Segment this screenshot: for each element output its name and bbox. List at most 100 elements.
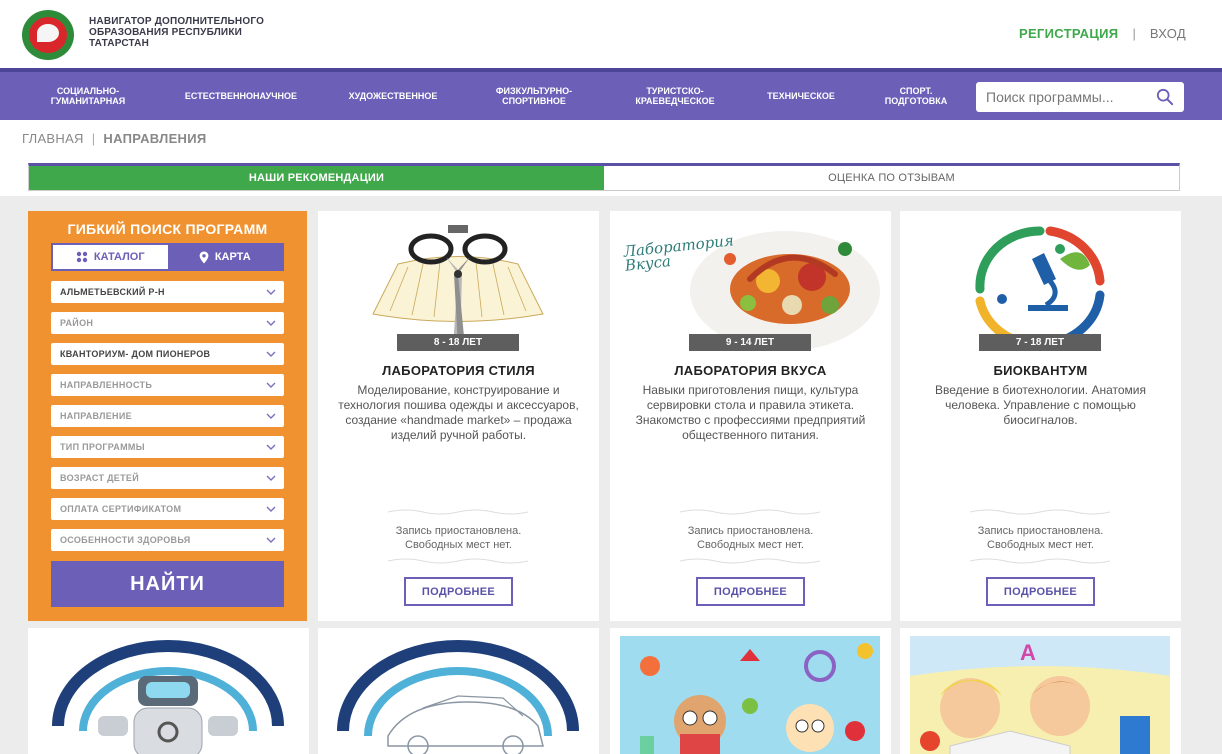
wave-divider — [388, 509, 528, 515]
site-name-line-3: ТАТАРСТАН — [89, 38, 150, 49]
chevron-down-icon — [266, 289, 276, 295]
select-certificate-payment[interactable]: ОПЛАТА СЕРТИФИКАТОМ — [51, 498, 284, 520]
tab-reviews[interactable]: ОЦЕНКА ПО ОТЗЫВАМ — [604, 166, 1179, 190]
select-child-age[interactable]: ВОЗРАСТ ДЕТЕЙ — [51, 467, 284, 489]
kids-reading-illustration: A — [910, 636, 1170, 754]
program-card[interactable] — [610, 628, 891, 754]
chevron-down-icon — [266, 444, 276, 450]
enrollment-status: Запись приостановлена. Свободных мест не… — [395, 525, 522, 551]
wave-divider — [680, 558, 820, 564]
program-card[interactable]: 8 - 18 ЛЕТ ЛАБОРАТОРИЯ СТИЛЯ Моделирован… — [318, 211, 599, 621]
program-card[interactable]: 7 - 18 ЛЕТ БИОКВАНТУМ Введение в биотехн… — [900, 211, 1181, 621]
select-organization[interactable]: КВАНТОРИУМ- ДОМ ПИОНЕРОВ — [51, 343, 284, 365]
chevron-down-icon — [266, 382, 276, 388]
map-label: КАРТА — [214, 251, 251, 263]
grid-icon — [76, 251, 88, 263]
details-button[interactable]: ПОДРОБНЕЕ — [404, 577, 513, 606]
breadcrumb-separator: | — [91, 131, 96, 146]
map-toggle[interactable]: КАРТА — [167, 245, 282, 269]
filter-title: ГИБКИЙ ПОИСК ПРОГРАММ — [67, 221, 268, 237]
wave-divider — [388, 558, 528, 564]
chevron-down-icon — [266, 413, 276, 419]
select-label: ОПЛАТА СЕРТИФИКАТОМ — [60, 504, 182, 514]
enrollment-status: Запись приостановлена. Свободных мест не… — [977, 525, 1104, 551]
select-direction[interactable]: НАПРАВЛЕНИЕ — [51, 405, 284, 427]
breadcrumb-current: НАПРАВЛЕНИЯ — [103, 131, 207, 146]
chevron-down-icon — [266, 537, 276, 543]
tatarstan-logo[interactable] — [22, 10, 74, 60]
auth-links: РЕГИСТРАЦИЯ | ВХОД — [1019, 26, 1186, 41]
program-title[interactable]: БИОКВАНТУМ — [900, 363, 1181, 378]
program-image[interactable]: A — [910, 636, 1170, 754]
chevron-down-icon — [266, 320, 276, 326]
scissors-dress-illustration — [328, 219, 588, 349]
select-health-features[interactable]: ОСОБЕННОСТИ ЗДОРОВЬЯ — [51, 529, 284, 551]
select-label: НАПРАВЛЕННОСТЬ — [60, 380, 153, 390]
nav-item-social[interactable]: СОЦИАЛЬНО- ГУМАНИТАРНАЯ — [26, 72, 150, 120]
program-image[interactable] — [328, 219, 588, 349]
select-label: НАПРАВЛЕНИЕ — [60, 411, 132, 421]
nav-item-science[interactable]: ЕСТЕСТВЕННОНАУЧНОЕ — [164, 72, 318, 120]
select-orientation[interactable]: НАПРАВЛЕННОСТЬ — [51, 374, 284, 396]
select-label: АЛЬМЕТЬЕВСКИЙ Р-Н — [60, 287, 165, 297]
map-pin-icon — [199, 251, 209, 263]
select-label: РАЙОН — [60, 318, 94, 328]
program-image[interactable] — [620, 636, 880, 754]
nav-item-tourism[interactable]: ТУРИСТСКО- КРАЕВЕДЧЕСКОЕ — [612, 72, 738, 120]
select-label: КВАНТОРИУМ- ДОМ ПИОНЕРОВ — [60, 349, 211, 359]
nav-item-art[interactable]: ХУДОЖЕСТВЕННОЕ — [326, 72, 460, 120]
robot-illustration — [38, 636, 298, 754]
site-name-line-2: ОБРАЗОВАНИЯ РЕСПУБЛИКИ — [89, 27, 243, 38]
microscope-logo — [910, 219, 1170, 349]
age-badge: 8 - 18 ЛЕТ — [397, 334, 519, 351]
site-name-line-1: НАВИГАТОР ДОПОЛНИТЕЛЬНОГО — [89, 16, 265, 27]
auth-separator: | — [1132, 26, 1136, 41]
catalog-toggle[interactable]: КАТАЛОГ — [53, 245, 168, 269]
program-description: Навыки приготовления пищи, культура серв… — [635, 383, 866, 442]
program-image[interactable]: Лаборатория Вкуса — [620, 219, 880, 349]
search-input[interactable] — [976, 89, 1184, 105]
select-program-type[interactable]: ТИП ПРОГРАММЫ — [51, 436, 284, 458]
enrollment-status: Запись приостановлена. Свободных мест не… — [687, 525, 814, 551]
nav-item-sport[interactable]: ФИЗКУЛЬТУРНО- СПОРТИВНОЕ — [466, 72, 602, 120]
search-icon[interactable] — [1156, 88, 1174, 106]
program-card[interactable]: Лаборатория Вкуса 9 - 14 ЛЕТ ЛАБОРАТОРИЯ… — [610, 211, 891, 621]
program-card[interactable]: A — [900, 628, 1181, 754]
chevron-down-icon — [266, 475, 276, 481]
select-municipality[interactable]: АЛЬМЕТЬЕВСКИЙ Р-Н — [51, 281, 284, 303]
program-image[interactable] — [38, 636, 298, 754]
login-link[interactable]: ВХОД — [1150, 26, 1186, 41]
science-kids-illustration — [620, 636, 880, 754]
breadcrumb: ГЛАВНАЯ | НАПРАВЛЕНИЯ — [22, 131, 207, 146]
age-badge: 9 - 14 ЛЕТ — [689, 334, 811, 351]
select-label: ОСОБЕННОСТИ ЗДОРОВЬЯ — [60, 535, 191, 545]
age-badge: 7 - 18 ЛЕТ — [979, 334, 1101, 351]
details-button[interactable]: ПОДРОБНЕЕ — [696, 577, 805, 606]
register-link[interactable]: РЕГИСТРАЦИЯ — [1019, 26, 1118, 41]
filter-panel: ГИБКИЙ ПОИСК ПРОГРАММ КАТАЛОГ КАРТА АЛЬМ… — [28, 211, 307, 621]
select-district[interactable]: РАЙОН — [51, 312, 284, 334]
program-title[interactable]: ЛАБОРАТОРИЯ ВКУСА — [610, 363, 891, 378]
program-description: Введение в биотехнологии. Анатомия челов… — [935, 383, 1146, 427]
program-card[interactable] — [318, 628, 599, 754]
site-name[interactable]: НАВИГАТОР ДОПОЛНИТЕЛЬНОГО ОБРАЗОВАНИЯ РЕ… — [89, 16, 319, 49]
nav-item-technical[interactable]: ТЕХНИЧЕСКОЕ — [748, 72, 854, 120]
chevron-down-icon — [266, 351, 276, 357]
select-label: ВОЗРАСТ ДЕТЕЙ — [60, 473, 139, 483]
program-title[interactable]: ЛАБОРАТОРИЯ СТИЛЯ — [318, 363, 599, 378]
find-button[interactable]: НАЙТИ — [51, 561, 284, 607]
direction-nav: СОЦИАЛЬНО- ГУМАНИТАРНАЯ ЕСТЕСТВЕННОНАУЧН… — [0, 68, 1222, 120]
program-description: Моделирование, конструирование и техноло… — [338, 383, 579, 442]
program-image[interactable] — [910, 219, 1170, 349]
site-header: НАВИГАТОР ДОПОЛНИТЕЛЬНОГО ОБРАЗОВАНИЯ РЕ… — [0, 0, 1222, 68]
program-image[interactable] — [328, 636, 588, 754]
details-button[interactable]: ПОДРОБНЕЕ — [986, 577, 1095, 606]
program-card[interactable] — [28, 628, 309, 754]
program-search — [976, 82, 1184, 112]
breadcrumb-home[interactable]: ГЛАВНАЯ — [22, 131, 84, 146]
tab-recommendations[interactable]: НАШИ РЕКОМЕНДАЦИИ — [29, 166, 604, 190]
chevron-down-icon — [266, 506, 276, 512]
nav-item-sport-training[interactable]: СПОРТ. ПОДГОТОВКА — [862, 72, 970, 120]
view-toggle: КАТАЛОГ КАРТА — [51, 243, 284, 271]
wave-divider — [970, 558, 1110, 564]
